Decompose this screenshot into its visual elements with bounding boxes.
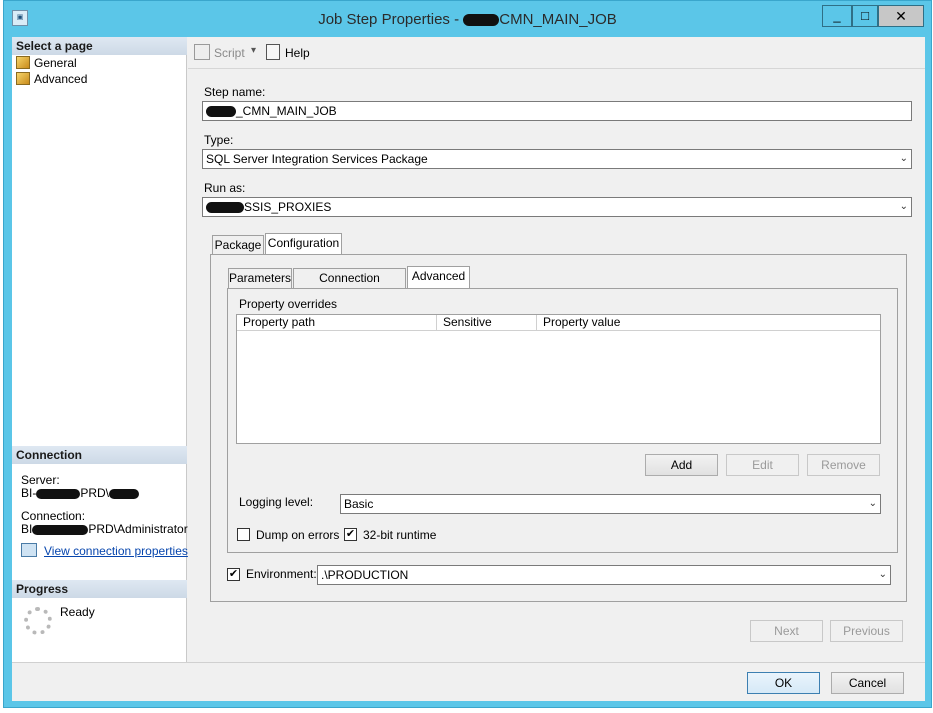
window-title-suffix: CMN_MAIN_JOB <box>499 11 617 28</box>
page-item-label: General <box>34 56 77 70</box>
configuration-panel: Parameters Connection Managers Advanced … <box>210 254 907 602</box>
progress-spinner-icon <box>24 607 52 635</box>
step-name-value: _CMN_MAIN_JOB <box>236 104 337 118</box>
step-name-label: Step name: <box>204 85 266 99</box>
property-overrides-grid[interactable]: Property path Sensitive Property value <box>236 314 881 444</box>
progress-status: Ready <box>60 605 95 619</box>
runtime-32bit-label: 32-bit runtime <box>363 528 437 542</box>
page-item-label: Advanced <box>34 72 88 86</box>
connection-label: Connection: <box>21 509 86 523</box>
maximize-button[interactable]: □ <box>852 5 878 27</box>
run-as-select[interactable]: SSIS_PROXIES ⌄ <box>202 197 912 217</box>
previous-button[interactable]: Previous <box>830 620 903 642</box>
chevron-down-icon: ⌄ <box>899 201 908 212</box>
check-icon: ✔ <box>345 528 356 540</box>
redacted-block <box>109 488 140 499</box>
grid-header: Property path Sensitive Property value <box>237 315 880 331</box>
page-item-general[interactable]: General <box>16 55 77 71</box>
connection-header: Connection <box>12 446 187 464</box>
add-button[interactable]: Add <box>645 454 718 476</box>
edit-button[interactable]: Edit <box>726 454 799 476</box>
left-pane: Select a page General Advanced Connectio… <box>12 37 188 662</box>
redacted-block <box>36 488 81 499</box>
advanced-panel: Property overrides Property path Sensiti… <box>227 288 898 553</box>
type-select-value: SQL Server Integration Services Package <box>206 152 428 166</box>
dump-on-errors-checkbox[interactable] <box>237 528 250 541</box>
script-dropdown-chevron-icon[interactable]: ▾ <box>251 45 256 56</box>
redacted-block <box>463 14 500 27</box>
minimize-button[interactable]: _ <box>822 5 852 27</box>
run-as-select-value: SSIS_PROXIES <box>244 200 332 214</box>
redacted-block <box>206 202 244 214</box>
tab-configuration[interactable]: Configuration <box>265 233 342 255</box>
logging-level-value: Basic <box>344 497 374 511</box>
dump-on-errors-label: Dump on errors <box>256 528 340 542</box>
connection-value-suffix: PRD\Administrator <box>88 522 188 536</box>
next-button[interactable]: Next <box>750 620 823 642</box>
close-button[interactable]: ✕ <box>878 5 924 27</box>
environment-label: Environment: <box>246 567 317 581</box>
step-name-field[interactable]: _CMN_MAIN_JOB <box>202 101 912 121</box>
environment-select[interactable]: .\PRODUCTION ⌄ <box>317 565 891 585</box>
environment-checkbox[interactable]: ✔ <box>227 568 240 581</box>
connection-value: BI PRD\Administrator <box>21 522 188 536</box>
script-icon <box>194 44 210 60</box>
type-select[interactable]: SQL Server Integration Services Package … <box>202 149 912 169</box>
server-value-prefix: BI- <box>21 486 37 500</box>
help-icon <box>266 44 280 60</box>
help-button[interactable]: Help <box>285 46 310 60</box>
redacted-block <box>32 524 89 535</box>
connection-value-prefix: BI <box>21 522 33 536</box>
check-icon: ✔ <box>228 568 239 580</box>
ok-button[interactable]: OK <box>747 672 820 694</box>
right-pane: Script ▾ Help Step name: _CMN_MAIN_JOB T… <box>188 37 925 662</box>
page-icon <box>16 72 30 85</box>
job-step-properties-window: ▣ Job Step Properties - CMN_MAIN_JOB _ □… <box>3 0 932 708</box>
column-header-property-value[interactable]: Property value <box>537 315 880 331</box>
view-connection-properties-link[interactable]: View connection properties <box>44 544 188 558</box>
run-as-label: Run as: <box>204 181 246 195</box>
title-bar[interactable]: ▣ Job Step Properties - CMN_MAIN_JOB _ □… <box>4 1 931 37</box>
progress-header: Progress <box>12 580 187 598</box>
column-header-property-path[interactable]: Property path <box>237 315 437 331</box>
logging-level-label: Logging level: <box>239 495 314 509</box>
page-icon <box>16 56 30 69</box>
redacted-block <box>206 106 236 118</box>
type-label: Type: <box>204 133 234 147</box>
remove-button[interactable]: Remove <box>807 454 880 476</box>
script-button[interactable]: Script <box>214 46 245 60</box>
environment-select-value: .\PRODUCTION <box>321 568 409 582</box>
dialog-footer: OK Cancel <box>12 662 925 701</box>
chevron-down-icon: ⌄ <box>868 498 877 509</box>
dialog-client-area: Select a page General Advanced Connectio… <box>12 37 925 701</box>
page-item-advanced[interactable]: Advanced <box>16 71 87 87</box>
connection-properties-icon <box>21 543 37 557</box>
cancel-button[interactable]: Cancel <box>831 672 904 694</box>
tab-package[interactable]: Package <box>212 235 264 255</box>
tab-connection-managers[interactable]: Connection Managers <box>293 268 406 304</box>
logging-level-select[interactable]: Basic ⌄ <box>340 494 881 514</box>
chevron-down-icon: ⌄ <box>878 569 887 580</box>
server-value: BI- PRD\ <box>21 486 140 500</box>
chevron-down-icon: ⌄ <box>899 153 908 164</box>
select-a-page-header: Select a page <box>12 37 187 55</box>
window-title: Job Step Properties - CMN_MAIN_JOB <box>4 11 931 28</box>
server-value-mid: PRD\ <box>80 486 110 500</box>
tab-advanced[interactable]: Advanced <box>407 266 470 288</box>
window-title-prefix: Job Step Properties - <box>318 11 464 28</box>
runtime-32bit-checkbox[interactable]: ✔ <box>344 528 357 541</box>
toolbar: Script ▾ Help <box>188 37 925 69</box>
server-label: Server: <box>21 473 60 487</box>
column-header-sensitive[interactable]: Sensitive <box>437 315 537 331</box>
tab-parameters[interactable]: Parameters <box>228 268 292 288</box>
property-overrides-label: Property overrides <box>239 297 338 311</box>
